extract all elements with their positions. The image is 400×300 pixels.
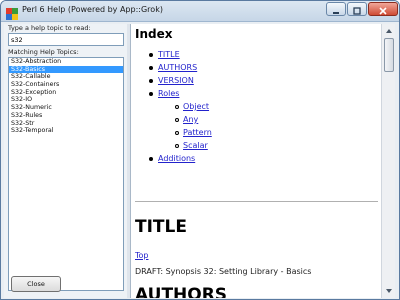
index-link[interactable]: Roles (158, 87, 179, 100)
index-item: Scalar (135, 139, 380, 152)
search-input[interactable] (8, 33, 124, 46)
top-link[interactable]: Top (135, 251, 149, 260)
index-item: Any (135, 113, 380, 126)
circle-bullet-icon (175, 118, 179, 122)
disc-bullet-icon (149, 79, 153, 83)
disc-bullet-icon (149, 66, 153, 70)
index-item: AUTHORS (135, 61, 380, 74)
authors-heading: AUTHORS (135, 285, 228, 298)
window-title: Perl 6 Help (Powered by App::Grok) (22, 5, 163, 14)
matching-topics-label: Matching Help Topics: (8, 48, 79, 56)
close-button[interactable]: Close (11, 276, 61, 292)
index-link[interactable]: Object (183, 100, 209, 113)
content-pane: Index TITLE AUTHORS VERSION Roles Object Any P… (130, 24, 381, 298)
scroll-up-icon[interactable] (383, 25, 394, 37)
topic-item[interactable]: S32-Basics (9, 65, 123, 74)
disc-bullet-icon (149, 53, 153, 57)
index-link[interactable]: Any (183, 113, 198, 126)
topic-item[interactable]: S32-Abstraction (9, 58, 123, 66)
index-link[interactable]: Additions (158, 152, 195, 165)
scroll-down-icon[interactable] (383, 285, 394, 297)
index-link[interactable]: TITLE (158, 48, 180, 61)
draft-text: DRAFT: Synopsis 32: Setting Library - Ba… (135, 267, 312, 276)
index-item: TITLE (135, 48, 380, 61)
index-list: TITLE AUTHORS VERSION Roles Object Any Pattern… (135, 48, 380, 165)
topic-item[interactable]: S32-IO (9, 96, 123, 104)
topic-item[interactable]: S32-Numeric (9, 104, 123, 112)
title-bar[interactable]: Perl 6 Help (Powered by App::Grok) (1, 1, 399, 22)
topic-item[interactable]: S32-Temporal (9, 127, 123, 135)
index-item: Additions (135, 152, 380, 165)
maximize-icon (352, 1, 362, 19)
minimize-icon (331, 1, 341, 19)
index-item: Object (135, 100, 380, 113)
topic-item[interactable]: S32-Callable (9, 73, 123, 81)
app-icon (6, 5, 18, 20)
close-icon (378, 1, 388, 19)
topic-item[interactable]: S32-Exception (9, 89, 123, 97)
search-label: Type a help topic to read: (8, 24, 91, 32)
index-item: Pattern (135, 126, 380, 139)
index-heading: Index (135, 27, 173, 41)
circle-bullet-icon (175, 144, 179, 148)
close-window-button[interactable] (368, 2, 398, 16)
maximize-button[interactable] (347, 2, 367, 16)
title-heading: TITLE (135, 217, 187, 237)
help-window: Perl 6 Help (Powered by App::Grok) Type … (0, 0, 400, 300)
disc-bullet-icon (149, 157, 153, 161)
circle-bullet-icon (175, 131, 179, 135)
topic-item[interactable]: S32-Str (9, 120, 123, 128)
topic-pane: Type a help topic to read: Matching Help… (4, 24, 127, 298)
index-link[interactable]: AUTHORS (158, 61, 197, 74)
content-scrollbar[interactable] (381, 24, 395, 298)
index-link[interactable]: Scalar (183, 139, 208, 152)
disc-bullet-icon (149, 92, 153, 96)
topic-item[interactable]: S32-Containers (9, 81, 123, 89)
minimize-button[interactable] (326, 2, 346, 16)
circle-bullet-icon (175, 105, 179, 109)
scroll-thumb[interactable] (384, 38, 394, 72)
topic-list[interactable]: S32-Abstraction S32-Basics S32-Callable S32… (8, 57, 124, 291)
index-link[interactable]: VERSION (158, 74, 194, 87)
index-item: VERSION (135, 74, 380, 87)
index-item: Roles (135, 87, 380, 100)
index-link[interactable]: Pattern (183, 126, 212, 139)
section-divider (135, 201, 378, 202)
topic-item[interactable]: S32-Rules (9, 112, 123, 120)
